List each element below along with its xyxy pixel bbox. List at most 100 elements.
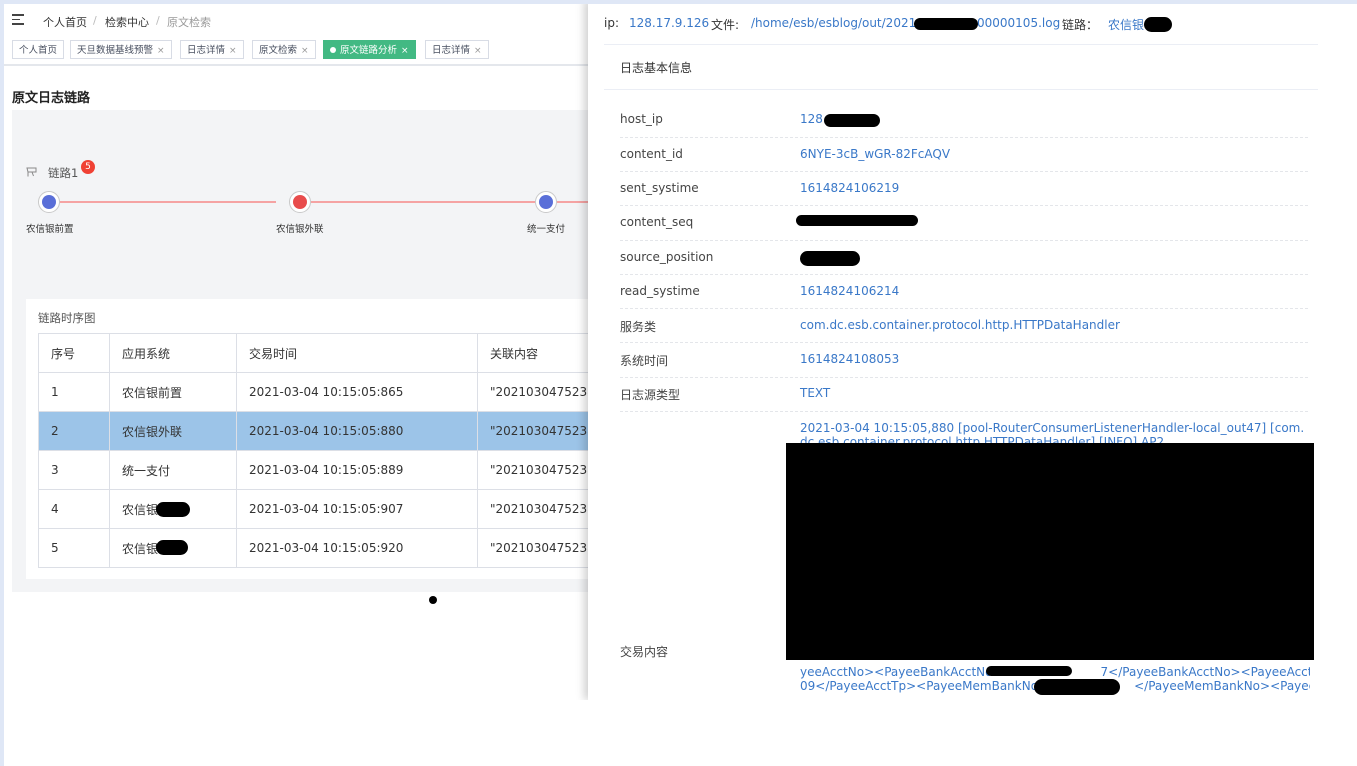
table-row[interactable]: 3 统一支付 2021-03-04 10:15:05:889 "20210304… [38, 450, 591, 490]
tab-label: 天旦数据基线预警 [77, 45, 154, 56]
log-detail-drawer: ip: 128.17.9.126 文件: /home/esb/esblog/ou… [588, 0, 1357, 700]
file-label: 文件: [711, 18, 740, 32]
table-header-row: 序号 应用系统 交易时间 关联内容 [38, 333, 591, 373]
sequence-table: 序号 应用系统 交易时间 关联内容 1 农信银前置 2021-03-04 10:… [38, 333, 591, 568]
cell-no: 1 [38, 372, 110, 412]
tab-log-detail[interactable]: 日志详情 × [180, 40, 244, 59]
close-icon[interactable]: × [229, 46, 237, 56]
content-text-line: yeeAcctNo><PayeeBankAcctNo> [800, 665, 1003, 679]
page-background [0, 700, 1357, 766]
table-row[interactable]: 5 农信银 2021-03-04 10:15:05:920 "202103047… [38, 528, 591, 568]
row-divider [620, 274, 1308, 275]
row-divider [620, 342, 1308, 343]
field-value: 1614824106214 [800, 284, 900, 298]
chain-node[interactable] [535, 191, 557, 213]
file-path-prefix[interactable]: /home/esb/esblog/out/20210 [751, 16, 924, 30]
close-icon[interactable]: × [401, 46, 409, 56]
breadcrumb-home[interactable]: 个人首页 [43, 14, 87, 30]
tab-label: 日志详情 [187, 45, 226, 56]
ip-label: ip: [604, 16, 619, 30]
chain-edge [311, 201, 535, 203]
close-icon[interactable]: × [474, 46, 482, 56]
field-key: read_systime [620, 284, 700, 298]
tab-log-detail-2[interactable]: 日志详情 × [425, 40, 489, 59]
row-divider [620, 137, 1308, 138]
field-key: 系统时间 [620, 354, 669, 368]
chain-label[interactable]: 链路1 [48, 165, 78, 181]
redaction-mark [1034, 679, 1120, 695]
cell-system: 农信银前置 [109, 372, 237, 412]
active-dot-icon [330, 46, 336, 53]
field-value: 1614824106219 [800, 181, 900, 195]
cell-no: 3 [38, 450, 110, 490]
chain-edge [60, 201, 276, 203]
breadcrumb-search-center[interactable]: 检索中心 [105, 14, 149, 30]
chain-value[interactable]: 农信银 [1108, 16, 1144, 33]
chain-count-badge: 5 [81, 160, 95, 174]
cell-content: "2021030475238 [477, 450, 591, 490]
tab-baseline-alert[interactable]: 天旦数据基线预警 × [70, 40, 172, 59]
column-header: 应用系统 [109, 333, 237, 373]
redaction-mark [156, 540, 188, 555]
cell-content: "2021030475238 [477, 411, 591, 451]
redaction-mark [796, 215, 918, 226]
chain-label: 链路： [1062, 18, 1099, 32]
chain-flag-icon [26, 167, 37, 177]
tab-raw-search[interactable]: 原文检索 × [252, 40, 316, 59]
redaction-mark [986, 666, 1072, 676]
cell-time: 2021-03-04 10:15:05:865 [236, 372, 478, 412]
tab-home[interactable]: 个人首页 [12, 40, 65, 59]
section-header: 日志基本信息 [604, 44, 1318, 90]
cell-time: 2021-03-04 10:15:05:880 [236, 411, 478, 451]
cell-no: 2 [38, 411, 110, 451]
breadcrumb-separator: / [156, 14, 160, 27]
chain-node[interactable] [38, 191, 60, 213]
cell-system: 农信银外联 [109, 411, 237, 451]
breadcrumb-current: 原文检索 [167, 16, 211, 29]
divider [0, 64, 590, 66]
sequence-title: 链路时序图 [38, 311, 96, 325]
row-divider [620, 171, 1308, 172]
tags-view: 个人首页 天旦数据基线预警 × 日志详情 × 原文检索 × 原文链路分析 × 日志详情 × [0, 38, 590, 64]
chain-node-label: 统一支付 [527, 224, 566, 235]
redaction-mark [914, 18, 978, 30]
table-row-selected[interactable]: 2 农信银外联 2021-03-04 10:15:05:880 "2021030… [38, 411, 591, 451]
field-key: sent_systime [620, 181, 699, 195]
tab-label: 个人首页 [19, 45, 58, 56]
page-title: 原文日志链路 [12, 91, 91, 106]
top-navbar: 个人首页 / 检索中心 / 原文检索 [0, 4, 590, 38]
field-key: host_ip [620, 112, 663, 126]
cell-time: 2021-03-04 10:15:05:889 [236, 450, 478, 490]
app-window: 个人首页 / 检索中心 / 原文检索 个人首页 天旦数据基线预警 × 日志详情 × … [0, 0, 1357, 700]
row-divider [620, 205, 1308, 206]
node-core [42, 195, 56, 209]
ip-value[interactable]: 128.17.9.126 [629, 16, 709, 30]
table-row[interactable]: 1 农信银前置 2021-03-04 10:15:05:865 "2021030… [38, 372, 591, 412]
field-value: 128 [800, 112, 823, 126]
cell-content: "2021030475238 [477, 489, 591, 529]
field-key: content_seq [620, 215, 694, 229]
tab-chain-analysis[interactable]: 原文链路分析 × [323, 40, 416, 59]
chain-edge [557, 201, 590, 203]
table-row[interactable]: 4 农信银 2021-03-04 10:15:05:907 "202103047… [38, 489, 591, 529]
redaction-block [786, 443, 1314, 660]
column-header: 序号 [38, 333, 110, 373]
row-divider [620, 377, 1308, 378]
chain-node-label: 农信银外联 [276, 224, 324, 235]
breadcrumb-separator: / [93, 14, 97, 27]
content-text-line: 09</PayeeAcctTp><PayeeMemBankNo> [800, 679, 1049, 693]
cell-time: 2021-03-04 10:15:05:907 [236, 489, 478, 529]
redaction-mark [1144, 17, 1172, 32]
cell-time: 2021-03-04 10:15:05:920 [236, 528, 478, 568]
file-path-suffix[interactable]: 00000105.log [977, 16, 1060, 30]
redaction-mark [800, 251, 860, 266]
hamburger-icon[interactable] [12, 14, 24, 25]
chain-node[interactable] [289, 191, 311, 213]
content-key: 交易内容 [620, 645, 669, 659]
close-icon[interactable]: × [157, 46, 165, 56]
window-edge [0, 0, 4, 766]
chain-node-label: 农信银前置 [26, 224, 74, 235]
close-icon[interactable]: × [301, 46, 309, 56]
column-header: 关联内容 [477, 333, 591, 373]
node-core [539, 195, 553, 209]
